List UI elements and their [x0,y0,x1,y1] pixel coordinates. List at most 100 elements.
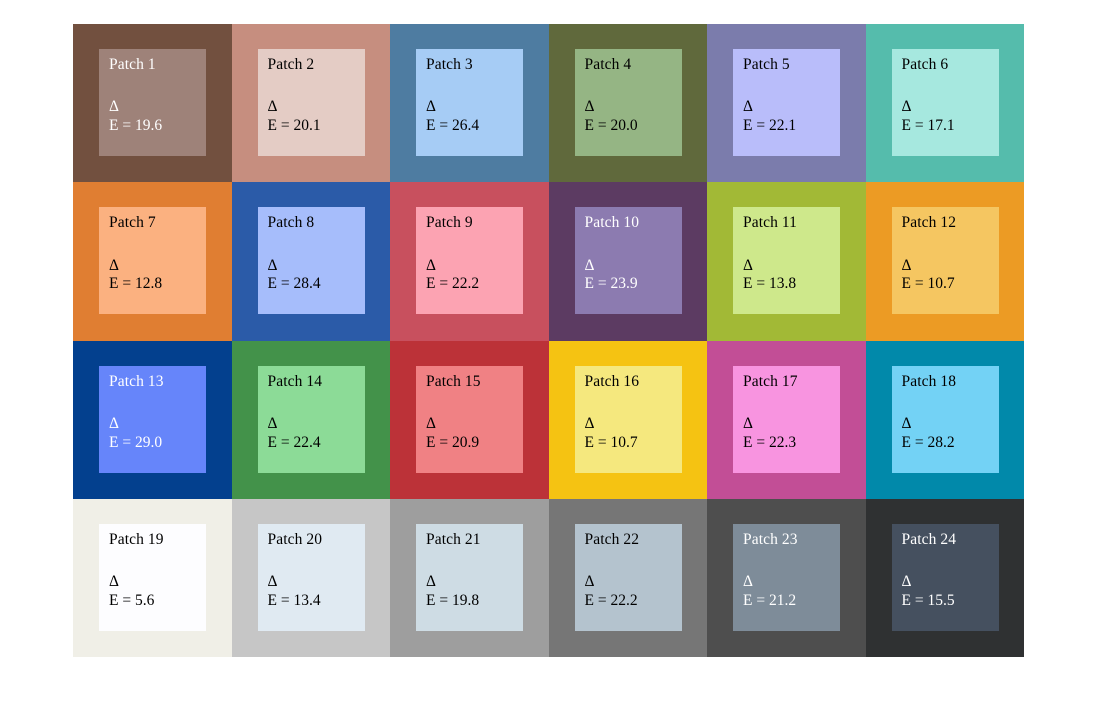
delta-e-value: E = 26.4 [426,117,480,135]
patch-title: Patch 5 [743,56,790,73]
patch-title: Patch 6 [901,56,949,73]
patch-swatch: Patch 6 ΔE = 17.1 [891,49,999,156]
patch-title: Patch 21 [426,530,481,548]
patch-cell: Patch 5 ΔE = 22.1 [707,24,866,183]
delta-symbol: Δ [426,414,436,432]
patch-swatch: Patch 16 Δ E = 10.7 [574,365,682,473]
color-patch-grid: Patch 1ΔE = 19.6 Patch 2ΔE = 20.1 Patch 3Δ… [73,24,1024,657]
patch-title: Patch 2 [267,56,315,73]
delta-symbol: Δ [743,414,753,432]
delta-symbol: Δ [584,256,595,274]
patch-cell: Patch 3 ΔE = 26.4 [390,24,549,183]
delta-e-value: E = 20.9 [426,433,480,451]
delta-e-value: E = 13.4 [267,591,321,609]
patch-title: Patch 20 [267,530,323,548]
patch-delta-e: ΔE = 23.9 [585,257,682,295]
patch-title: Patch 9 [426,214,473,232]
patch-delta-e: ΔE = 17.1 [902,98,999,136]
patch-cell: Patch 6 ΔE = 17.1 [865,24,1024,183]
patch-delta-e: ΔE = 20.9 [426,415,523,453]
delta-symbol: Δ [426,98,436,116]
patch-cell: Patch 12 Δ E = 10.7 [865,182,1024,341]
patch-swatch: Patch 12 Δ E = 10.7 [891,207,999,315]
patch-title: Patch 3 [426,56,473,73]
patch-cell: Patch 21 Δ E = 19.8 [390,498,549,657]
patch-cell: Patch 20 Δ E = 13.4 [231,498,390,657]
patch-delta-e: ΔE = 22.2 [585,573,682,611]
patch-swatch: Patch 24 Δ E = 15.5 [891,523,999,631]
patch-swatch: Patch 8 ΔE = 28.4 [257,207,365,315]
patch-delta-e: ΔE = 19.8 [426,573,523,611]
patch-cell: Patch 24 Δ E = 15.5 [865,498,1024,657]
patch-swatch: Patch 1 ΔE = 19.6 [99,49,206,156]
patch-title: Patch 17 [743,372,798,390]
patch-title: Patch 24 [901,530,957,548]
patch-delta-e: ΔE = 22.3 [743,415,840,453]
delta-symbol: Δ [426,573,436,591]
patch-swatch: Patch 9 ΔE = 22.2 [416,207,523,315]
delta-symbol: Δ [109,573,119,591]
patch-swatch: Patch 10 Δ E = 23.9 [574,207,682,315]
patch-title: Patch 8 [267,214,315,232]
patch-cell: Patch 19 Δ E = 5.6 [73,498,232,657]
delta-e-value: E = 21.2 [743,591,797,609]
patch-cell: Patch 14 Δ E = 22.4 [231,340,390,499]
delta-symbol: Δ [109,256,119,274]
delta-e-value: E = 5.6 [109,591,155,609]
patch-delta-e: ΔE = 20.1 [268,98,365,136]
patch-cell: Patch 8 ΔE = 28.4 [231,182,390,341]
delta-e-value: E = 13.8 [743,275,797,293]
delta-symbol: Δ [584,573,595,591]
patch-title: Patch 19 [109,530,164,548]
patch-cell: Patch 22 Δ E = 22.2 [548,498,707,657]
patch-title: Patch 14 [267,372,323,390]
delta-symbol: Δ [109,98,119,116]
patch-title: Patch 22 [584,530,640,548]
delta-e-value: E = 29.0 [109,433,163,451]
patch-swatch: Patch 13 Δ E = 29.0 [99,365,206,473]
delta-e-value: E = 22.2 [426,275,480,293]
patch-title: Patch 7 [109,214,156,232]
patch-swatch: Patch 3 ΔE = 26.4 [416,49,523,156]
patch-cell: Patch 11 Δ E = 13.8 [707,182,866,341]
delta-e-value: E = 28.2 [901,433,955,451]
patch-cell: Patch 16 Δ E = 10.7 [548,340,707,499]
delta-e-value: E = 22.4 [267,433,321,451]
patch-title: Patch 4 [584,56,632,73]
patch-cell: Patch 9 ΔE = 22.2 [390,182,549,341]
patch-delta-e: ΔE = 19.6 [109,98,206,136]
patch-swatch: Patch 20 Δ E = 13.4 [257,523,365,631]
delta-symbol: Δ [901,98,912,116]
delta-symbol: Δ [109,414,119,432]
patch-cell: Patch 18 Δ E = 28.2 [865,340,1024,499]
patch-delta-e: ΔE = 10.7 [902,257,999,295]
delta-symbol: Δ [426,256,436,274]
delta-symbol: Δ [267,573,278,591]
patch-delta-e: ΔE = 10.7 [585,415,682,453]
patch-swatch: Patch 18 Δ E = 28.2 [891,365,999,473]
patch-cell: Patch 2 ΔE = 20.1 [231,24,390,183]
delta-symbol: Δ [901,256,912,274]
patch-delta-e: ΔE = 20.0 [585,98,682,136]
delta-e-value: E = 20.1 [267,117,321,135]
patch-delta-e: ΔE = 26.4 [426,98,523,136]
patch-swatch: Patch 7 ΔE = 12.8 [99,207,206,315]
patch-title: Patch 13 [109,372,164,390]
delta-symbol: Δ [584,414,595,432]
patch-delta-e: ΔE = 12.8 [109,257,206,295]
patch-delta-e: ΔE = 13.4 [268,573,365,611]
patch-delta-e: ΔE = 22.2 [426,257,523,295]
patch-cell: Patch 15 Δ E = 20.9 [390,340,549,499]
patch-cell: Patch 13 Δ E = 29.0 [73,340,232,499]
delta-e-value: E = 17.1 [901,117,955,135]
patch-title: Patch 23 [743,530,798,548]
delta-e-value: E = 23.9 [584,275,638,293]
patch-title: Patch 18 [901,372,957,390]
patch-swatch: Patch 19 Δ E = 5.6 [99,523,206,631]
delta-symbol: Δ [267,98,278,116]
patch-swatch: Patch 14 Δ E = 22.4 [257,365,365,473]
patch-swatch: Patch 11 Δ E = 13.8 [733,207,840,315]
patch-delta-e: ΔE = 22.4 [268,415,365,453]
patch-title: Patch 10 [584,214,640,232]
patch-title: Patch 11 [743,214,798,232]
